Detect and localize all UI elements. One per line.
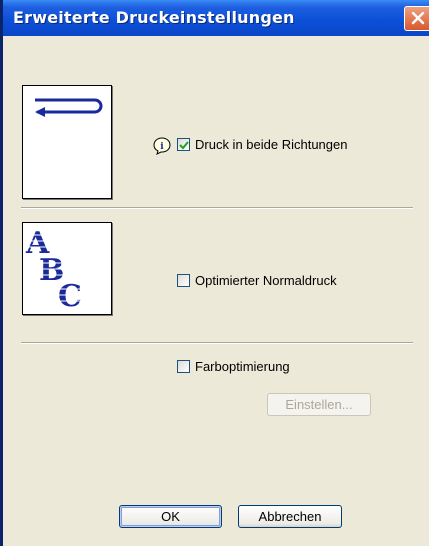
title-bar[interactable]: Erweiterte Druckeinstellungen [3, 0, 429, 36]
normal-print-label: Optimierter Normaldruck [195, 273, 337, 288]
dialog-window: Erweiterte Druckeinstellungen i Druck in… [0, 0, 429, 546]
svg-text:i: i [160, 142, 164, 152]
normal-print-checkbox[interactable] [177, 274, 190, 287]
duplex-option[interactable]: Druck in beide Richtungen [177, 137, 347, 152]
separator [21, 342, 413, 344]
color-opt-checkbox[interactable] [177, 360, 190, 373]
cancel-button[interactable]: Abbrechen [238, 505, 342, 528]
close-button[interactable] [404, 6, 429, 31]
ok-button[interactable]: OK [119, 505, 222, 528]
normal-print-option[interactable]: Optimierter Normaldruck [177, 273, 337, 288]
info-icon: i [153, 137, 171, 155]
text-preview: A B C [22, 222, 112, 315]
color-opt-option[interactable]: Farboptimierung [177, 359, 290, 374]
duplex-preview-icon [35, 98, 103, 117]
duplex-label: Druck in beide Richtungen [195, 137, 348, 152]
checkmark-icon [179, 141, 189, 150]
svg-text:C: C [58, 279, 82, 314]
close-icon [411, 12, 425, 25]
window-title: Erweiterte Druckeinstellungen [13, 8, 295, 27]
settings-button[interactable]: Einstellen... [267, 393, 371, 416]
duplex-checkbox[interactable] [177, 138, 190, 151]
abc-preview-icon: A B C [23, 226, 111, 314]
separator [21, 207, 413, 209]
color-opt-label: Farboptimierung [195, 359, 290, 374]
duplex-preview [22, 85, 112, 199]
